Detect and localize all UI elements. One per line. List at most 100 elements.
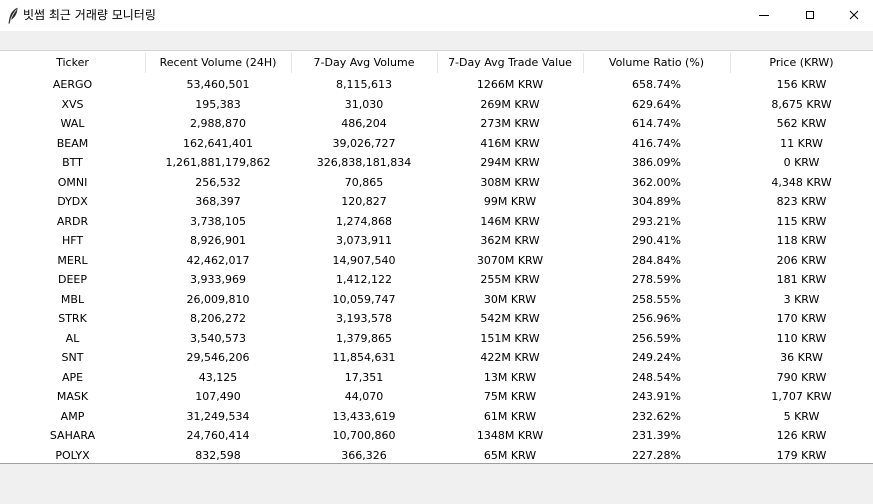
price-cell: 5 KRW (783, 409, 820, 423)
avg-volume-cell: 1,412,122 (336, 273, 392, 286)
price-cell: 8,675 KRW (771, 97, 832, 111)
app-window: 빗썸 최근 거래량 모니터링 Ticker Recent Volume (24H… (0, 0, 873, 504)
price-cell: 0 KRW (783, 156, 820, 169)
avg-volume-cell: 326,838,181,834 (316, 156, 412, 169)
price-cell: 823 KRW (776, 195, 827, 208)
table-row[interactable]: DYDX 368,397 120,827 99M KRW 304.89% 823 KRW (0, 192, 873, 212)
maximize-button[interactable] (787, 0, 833, 31)
price-cell: 562 KRW (776, 117, 827, 130)
table-row[interactable]: OMNI 256,532 70,865 308M KRW 362.00% 4,348 KR… (0, 173, 873, 193)
table-row[interactable]: APE 43,125 17,351 13M KRW 248.54% 790 KRW (0, 368, 873, 388)
table-row[interactable]: AL 3,540,573 1,379,865 151M KRW 256.59% 110 K… (0, 329, 873, 349)
ticker-cell: AERGO (52, 78, 93, 91)
close-icon (849, 10, 859, 20)
price-cell: 170 KRW (776, 312, 827, 325)
price-cell: 156 KRW (776, 78, 827, 91)
avg-volume-cell: 39,026,727 (332, 136, 396, 150)
column-header-avg-trade-value[interactable]: 7-Day Avg Trade Value (437, 51, 583, 75)
volume-ratio-cell: 284.84% (632, 253, 681, 267)
recent-volume-cell: 8,206,272 (190, 312, 246, 325)
avg-trade-value-cell: 308M KRW (480, 175, 540, 189)
recent-volume-cell: 24,760,414 (186, 429, 250, 442)
avg-volume-cell: 11,854,631 (332, 351, 396, 364)
minimize-icon (759, 15, 769, 16)
window-title: 빗썸 최근 거래량 모니터링 (23, 8, 156, 22)
price-cell: 1,707 KRW (771, 390, 832, 403)
volume-ratio-cell: 290.41% (632, 234, 681, 247)
minimize-button[interactable] (741, 0, 787, 31)
column-header-recent-volume[interactable]: Recent Volume (24H) (145, 51, 291, 75)
volume-ratio-cell: 258.55% (632, 292, 681, 306)
column-header-avg-volume[interactable]: 7-Day Avg Volume (291, 51, 437, 75)
avg-volume-cell: 3,073,911 (336, 234, 392, 247)
window-footer (0, 464, 873, 504)
table-body: AERGO 53,460,501 8,115,613 1266M KRW 658.74%… (0, 75, 873, 465)
price-cell: 115 KRW (776, 214, 827, 228)
recent-volume-cell: 162,641,401 (183, 136, 253, 150)
table-row[interactable]: SAHARA 24,760,414 10,700,860 1348M KRW 231.3… (0, 426, 873, 446)
avg-trade-value-cell: 422M KRW (480, 351, 540, 364)
avg-trade-value-cell: 13M KRW (483, 370, 537, 384)
volume-table[interactable]: Ticker Recent Volume (24H) 7-Day Avg Vol… (0, 50, 873, 464)
avg-trade-value-cell: 151M KRW (480, 331, 540, 345)
table-row[interactable]: MASK 107,490 44,070 75M KRW 243.91% 1,707 KRW (0, 387, 873, 407)
table-row[interactable]: AERGO 53,460,501 8,115,613 1266M KRW 658.74%… (0, 75, 873, 95)
avg-trade-value-cell: 146M KRW (480, 214, 540, 228)
ticker-cell: STRK (58, 312, 87, 325)
table-row[interactable]: HFT 8,926,901 3,073,911 362M KRW 290.41% 118 … (0, 231, 873, 251)
ticker-cell: AL (65, 331, 80, 345)
avg-trade-value-cell: 362M KRW (480, 234, 540, 247)
table-row[interactable]: BEAM 162,641,401 39,026,727 416M KRW 416.74%… (0, 134, 873, 154)
price-cell: 36 KRW (780, 351, 823, 364)
avg-volume-cell: 14,907,540 (332, 253, 396, 267)
close-button[interactable] (831, 0, 873, 31)
recent-volume-cell: 195,383 (195, 97, 241, 111)
feather-icon (7, 7, 19, 24)
avg-volume-cell: 31,030 (344, 97, 384, 111)
table-row[interactable]: AMP 31,249,534 13,433,619 61M KRW 232.62% 5 K… (0, 407, 873, 427)
column-header-price[interactable]: Price (KRW) (730, 51, 873, 75)
volume-ratio-cell: 256.96% (632, 312, 681, 325)
recent-volume-cell: 2,988,870 (190, 117, 246, 130)
avg-trade-value-cell: 542M KRW (480, 312, 540, 325)
price-cell: 4,348 KRW (771, 175, 832, 189)
price-cell: 118 KRW (776, 234, 827, 247)
avg-trade-value-cell: 1266M KRW (476, 78, 544, 91)
ticker-cell: BEAM (56, 136, 89, 150)
ticker-cell: XVS (61, 97, 84, 111)
ticker-cell: HFT (61, 234, 84, 247)
table-row[interactable]: MBL 26,009,810 10,059,747 30M KRW 258.55% 3 K… (0, 290, 873, 310)
table-row[interactable]: DEEP 3,933,969 1,412,122 255M KRW 278.59% 181… (0, 270, 873, 290)
avg-trade-value-cell: 3070M KRW (476, 253, 544, 267)
avg-volume-cell: 17,351 (344, 370, 384, 384)
volume-ratio-cell: 243.91% (632, 390, 681, 403)
table-row[interactable]: POLYX 832,598 366,326 65M KRW 227.28% 179 KRW (0, 446, 873, 466)
price-cell: 179 KRW (776, 448, 827, 462)
table-row[interactable]: STRK 8,206,272 3,193,578 542M KRW 256.96% 170… (0, 309, 873, 329)
table-row[interactable]: SNT 29,546,206 11,854,631 422M KRW 249.24% 36… (0, 348, 873, 368)
table-row[interactable]: XVS 195,383 31,030 269M KRW 629.64% 8,675 KRW (0, 95, 873, 115)
avg-volume-cell: 10,059,747 (332, 292, 396, 306)
recent-volume-cell: 368,397 (195, 195, 241, 208)
table-row[interactable]: ARDR 3,738,105 1,274,868 146M KRW 293.21% 115… (0, 212, 873, 232)
recent-volume-cell: 29,546,206 (186, 351, 250, 364)
avg-trade-value-cell: 99M KRW (483, 195, 537, 208)
table-row[interactable]: BTT 1,261,881,179,862 326,838,181,834 294M … (0, 153, 873, 173)
ticker-cell: ARDR (56, 214, 89, 228)
ticker-cell: MERL (57, 253, 88, 267)
recent-volume-cell: 8,926,901 (190, 234, 246, 247)
recent-volume-cell: 53,460,501 (186, 78, 250, 91)
ticker-cell: BTT (62, 156, 83, 169)
table-row[interactable]: WAL 2,988,870 486,204 273M KRW 614.74% 562 KR… (0, 114, 873, 134)
title-bar[interactable]: 빗썸 최근 거래량 모니터링 (0, 0, 873, 31)
column-header-volume-ratio[interactable]: Volume Ratio (%) (583, 51, 730, 75)
volume-ratio-cell: 227.28% (632, 448, 681, 462)
table-row[interactable]: MERL 42,462,017 14,907,540 3070M KRW 284.84%… (0, 251, 873, 271)
column-header-ticker[interactable]: Ticker (0, 51, 145, 75)
table-header: Ticker Recent Volume (24H) 7-Day Avg Vol… (0, 51, 873, 75)
recent-volume-cell: 3,540,573 (190, 331, 246, 345)
price-cell: 110 KRW (776, 331, 827, 345)
ticker-cell: MBL (60, 292, 85, 306)
avg-volume-cell: 1,379,865 (336, 331, 392, 345)
avg-volume-cell: 1,274,868 (336, 214, 392, 228)
